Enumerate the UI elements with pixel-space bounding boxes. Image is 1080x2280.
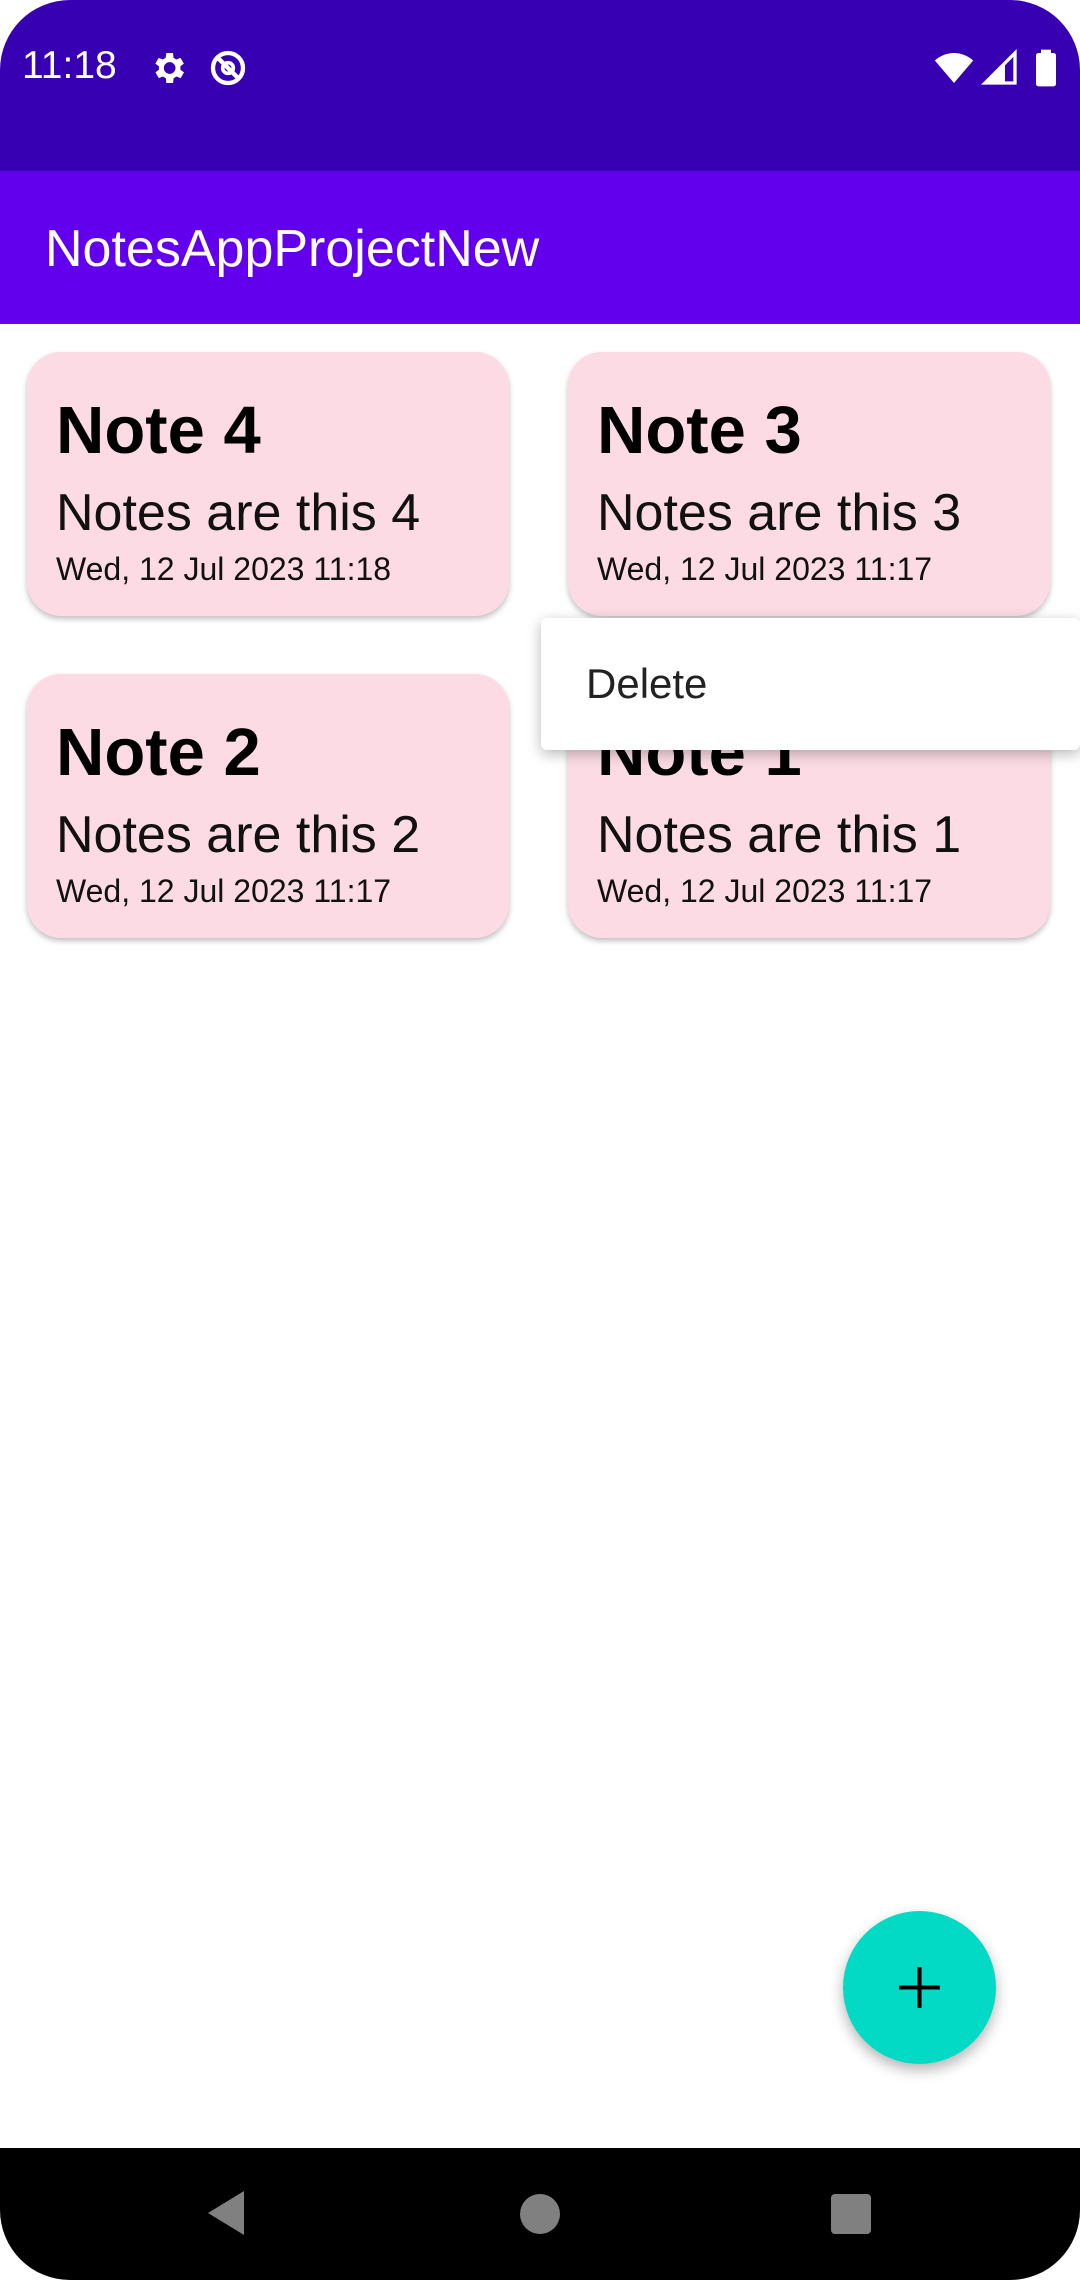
note-date: Wed, 12 Jul 2023 11:18 [56,551,392,587]
battery-icon [1036,49,1056,87]
note-date: Wed, 12 Jul 2023 11:17 [597,551,933,587]
note-card[interactable]: Note 2 Notes are this 2 Wed, 12 Jul 2023… [27,674,509,938]
wifi-icon [934,53,974,83]
note-title: Note 4 [56,393,261,468]
note-body: Notes are this 4 [56,484,421,542]
screen: 11:18 NotesAppProjectNew Note 4 Notes ar… [0,0,1080,2280]
status-bar: 11:18 [0,0,1080,171]
plus-icon [899,1967,940,2008]
note-title: Note 2 [56,715,261,790]
home-icon[interactable] [518,2192,562,2236]
note-body: Notes are this 2 [56,806,421,864]
back-icon[interactable] [204,2188,248,2238]
no-tracking-icon [210,50,246,86]
context-menu: Delete [541,618,1080,750]
note-date: Wed, 12 Jul 2023 11:17 [597,873,933,909]
note-title: Note 3 [597,393,802,468]
status-time: 11:18 [22,44,117,87]
gear-icon [155,53,184,83]
app-bar: NotesAppProjectNew [0,171,1080,324]
note-card[interactable]: Note 3 Notes are this 3 Wed, 12 Jul 2023… [568,352,1050,616]
note-body: Notes are this 3 [597,484,962,542]
note-body: Notes are this 1 [597,806,962,864]
navigation-bar [0,2148,1080,2280]
add-note-button[interactable] [843,1911,996,2064]
delete-menu-item[interactable]: Delete [586,660,707,708]
recents-icon[interactable] [829,2192,873,2236]
app-title: NotesAppProjectNew [45,220,540,278]
note-card[interactable]: Note 4 Notes are this 4 Wed, 12 Jul 2023… [27,352,509,616]
note-date: Wed, 12 Jul 2023 11:17 [56,873,392,909]
signal-icon [980,48,1017,85]
